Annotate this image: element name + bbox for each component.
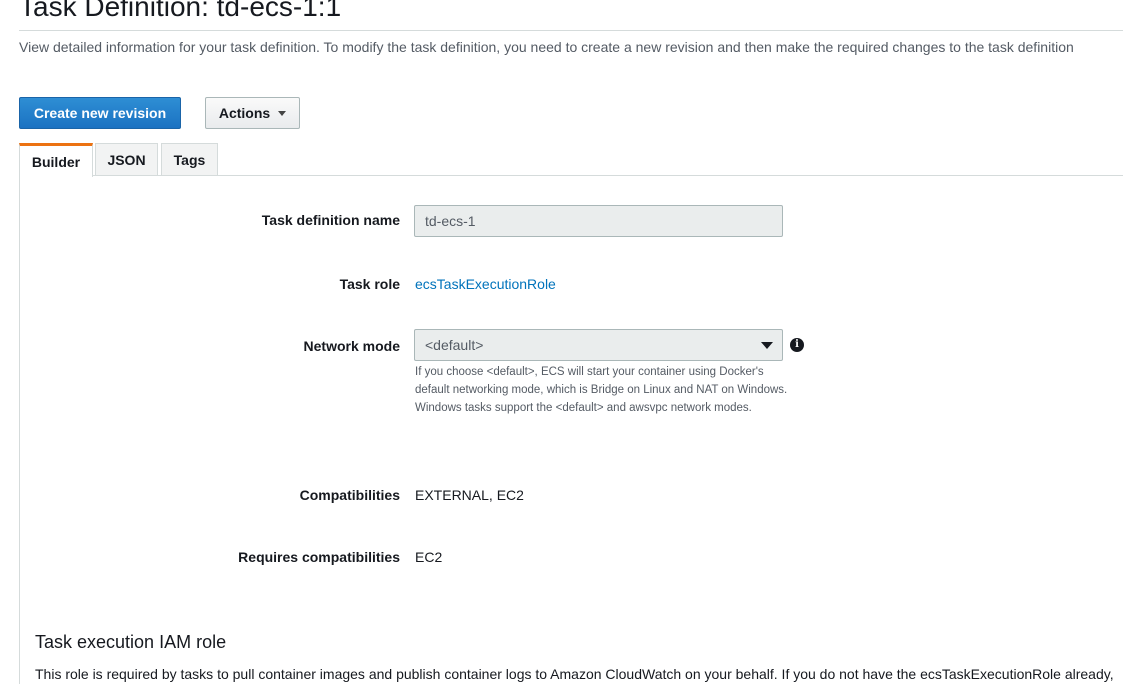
chevron-down-icon [761, 342, 773, 349]
compatibilities-label: Compatibilities [299, 487, 400, 503]
tab-tags-label: Tags [173, 152, 206, 168]
tab-builder[interactable]: Builder [19, 143, 93, 177]
actions-dropdown-button[interactable]: Actions [205, 97, 300, 129]
requires-compatibilities-value: EC2 [415, 549, 443, 565]
task-role-link[interactable]: ecsTaskExecutionRole [415, 276, 556, 292]
task-definition-name-field: td-ecs-1 [414, 205, 783, 237]
requires-compatibilities-label: Requires compatibilities [238, 549, 400, 565]
tab-tags[interactable]: Tags [161, 143, 218, 176]
tab-divider [92, 175, 1123, 176]
info-icon[interactable]: i [790, 338, 804, 352]
create-new-revision-label: Create new revision [33, 105, 167, 121]
create-new-revision-button[interactable]: Create new revision [19, 97, 181, 129]
panel-left-border [19, 175, 20, 684]
execution-role-section-description: This role is required by tasks to pull c… [35, 666, 1114, 682]
page-title: Task Definition: td-ecs-1:1 [19, 0, 342, 22]
actions-label: Actions [218, 105, 271, 121]
page-description: View detailed information for your task … [19, 39, 1074, 55]
tab-json-label: JSON [107, 152, 146, 168]
network-mode-select[interactable]: <default> [414, 329, 783, 361]
network-mode-value: <default> [425, 337, 484, 353]
network-mode-help: If you choose <default>, ECS will start … [415, 366, 788, 414]
tab-json[interactable]: JSON [95, 143, 158, 176]
task-definition-name-label: Task definition name [261, 212, 400, 228]
tab-builder-label: Builder [31, 153, 81, 170]
compatibilities-value: EXTERNAL, EC2 [415, 487, 524, 503]
task-role-label: Task role [339, 276, 400, 292]
title-divider [19, 30, 1123, 31]
caret-down-icon [278, 110, 287, 116]
network-mode-label: Network mode [303, 338, 400, 354]
execution-role-section-title: Task execution IAM role [35, 632, 227, 652]
